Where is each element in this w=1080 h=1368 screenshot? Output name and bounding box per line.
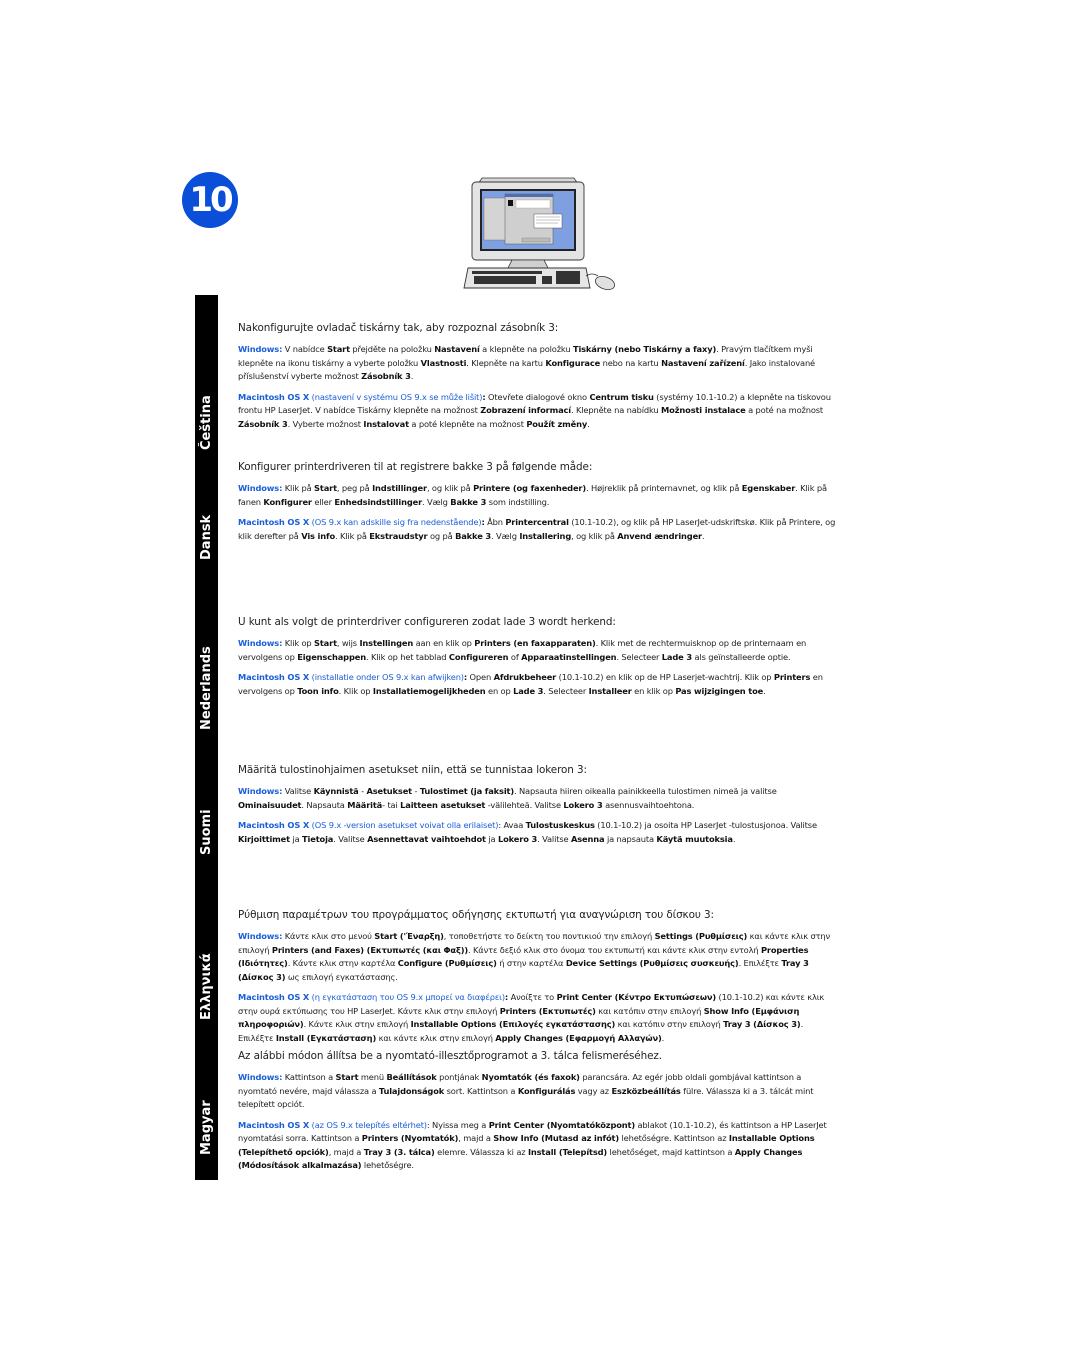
windows-text: V nabídce Start přejděte na položku Nast… [238,344,816,381]
windows-label: Windows: [238,786,283,796]
section-suomi: Määritä tulostinohjaimen asetukset niin,… [238,763,838,853]
windows-label: Windows: [238,1072,283,1082]
mac-note: (nastavení v systému OS 9.x se může liši… [309,391,483,402]
mac-label: Macintosh OS X [238,672,310,682]
section-cestina: Nakonfigurujte ovladač tiskárny tak, aby… [238,321,838,438]
section-intro: Määritä tulostinohjaimen asetukset niin,… [238,764,587,776]
mac-note: (installatie onder OS 9.x kan afwijken) [309,672,464,682]
mac-instructions: Macintosh OS X (OS 9.x kan adskille sig … [238,516,838,543]
windows-label: Windows: [238,638,283,648]
language-label-dansk: Dansk [199,514,214,560]
windows-text: Klik op Start, wijs Instellingen aan en … [238,638,807,662]
step-number: 10 [189,180,233,220]
computer-monitor-keyboard-mouse-icon [463,177,616,290]
windows-instructions: Windows: Κάντε κλικ στο μενού Start ('Έν… [238,930,838,984]
section-magyar: Az alábbi módon állítsa be a nyomtató-il… [238,1049,838,1180]
mac-label: Macintosh OS X [238,820,310,830]
windows-instructions: Windows: Klik på Start, peg på Indstilli… [238,482,838,509]
mac-label: Macintosh OS X [238,517,310,527]
mouse [585,273,616,290]
mac-note: (az OS 9.x telepítés eltérhet) [309,1119,427,1130]
language-label-cestina: Čeština [199,395,214,450]
section-ellinika: Ρύθμιση παραμέτρων του προγράμματος οδήγ… [238,908,838,1052]
mac-instructions: Macintosh OS X (nastavení v systému OS 9… [238,391,838,432]
section-intro: Az alábbi módon állítsa be a nyomtató-il… [238,1050,662,1062]
mac-instructions: Macintosh OS X (η εγκατάσταση του OS 9.x… [238,991,838,1045]
mac-label: Macintosh OS X [238,992,310,1002]
mac-note: (η εγκατάσταση του OS 9.x μπορεί να διαφ… [309,992,505,1002]
windows-instructions: Windows: V nabídce Start přejděte na pol… [238,343,838,384]
language-label-ellinika: Ελληνικά [199,953,214,1020]
mac-instructions: Macintosh OS X (installatie onder OS 9.x… [238,671,838,698]
windows-instructions: Windows: Kattintson a Start menü Beállít… [238,1071,838,1112]
windows-instructions: Windows: Valitse Käynnistä - Asetukset -… [238,785,838,812]
section-dansk: Konfigurer printerdriveren til at regist… [238,460,838,550]
windows-label: Windows: [238,483,283,493]
windows-text: Κάντε κλικ στο μενού Start ('Έναρξη), το… [238,931,831,982]
windows-instructions: Windows: Klik op Start, wijs Instellinge… [238,637,838,664]
mac-label: Macintosh OS X [238,1119,310,1130]
language-label-nederlands: Nederlands [199,646,214,730]
section-intro: U kunt als volgt de printerdriver config… [238,616,616,628]
section-intro: Nakonfigurujte ovladač tiskárny tak, aby… [238,322,559,334]
windows-label: Windows: [238,931,283,941]
mac-instructions: Macintosh OS X (OS 9.x -version asetukse… [238,819,838,846]
mac-note: (OS 9.x kan adskille sig fra nedenståend… [309,517,482,527]
section-intro: Konfigurer printerdriveren til at regist… [238,461,593,473]
section-intro: Ρύθμιση παραμέτρων του προγράμματος οδήγ… [238,909,714,921]
section-nederlands: U kunt als volgt de printerdriver config… [238,615,838,705]
windows-text: Klik på Start, peg på Indstillinger, og … [238,483,827,507]
step-number-badge: 10 [182,172,238,228]
monitor [471,177,585,269]
mac-note: (OS 9.x -version asetukset voivat olla e… [309,820,499,830]
windows-text: Kattintson a Start menü Beállítások pont… [238,1072,814,1109]
windows-text: Valitse Käynnistä - Asetukset - Tulostim… [238,786,777,810]
language-label-magyar: Magyar [199,1100,214,1155]
keyboard [463,267,591,289]
windows-label: Windows: [238,344,283,354]
language-label-suomi: Suomi [199,809,214,855]
mac-instructions: Macintosh OS X (az OS 9.x telepítés elté… [238,1119,838,1173]
mac-label: Macintosh OS X [238,391,310,402]
